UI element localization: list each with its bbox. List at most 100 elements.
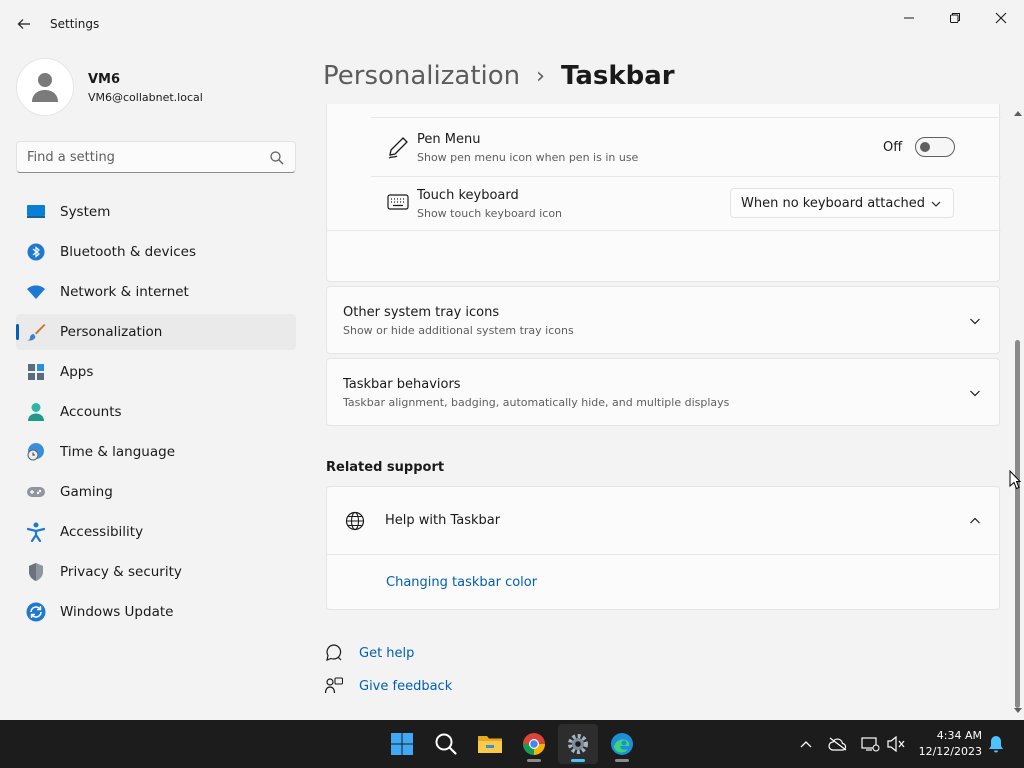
other-tray-title: Other system tray icons (343, 305, 500, 320)
onedrive-status-button[interactable] (828, 734, 848, 754)
changing-taskbar-color-link[interactable]: Changing taskbar color (386, 575, 537, 590)
sidebar-item-personalization[interactable]: Personalization (16, 314, 296, 350)
taskbar-clock[interactable]: 4:34 AM 12/12/2023 (919, 728, 982, 760)
search-input[interactable]: Find a setting (16, 141, 296, 173)
file-explorer-button[interactable] (470, 724, 510, 764)
gamepad-icon (26, 482, 46, 502)
pen-menu-subtitle: Show pen menu icon when pen is in use (417, 151, 639, 164)
app-running-indicator (527, 759, 541, 762)
sidebar-item-label: Time & language (60, 444, 176, 460)
accessibility-icon (26, 522, 46, 542)
sidebar-item-label: Windows Update (60, 604, 174, 620)
globe-icon (345, 511, 365, 531)
sidebar-item-time-language[interactable]: Time & language (16, 434, 296, 470)
row-divider (371, 117, 1001, 118)
give-feedback-link[interactable]: Give feedback (359, 679, 452, 694)
brush-icon (26, 322, 46, 342)
app-title: Settings (50, 17, 100, 31)
sidebar-item-bluetooth[interactable]: Bluetooth & devices (16, 234, 296, 270)
touch-keyboard-title: Touch keyboard (417, 188, 519, 203)
bell-icon (989, 736, 1003, 753)
search-icon (270, 151, 284, 165)
row-divider (371, 176, 1001, 177)
sidebar-item-gaming[interactable]: Gaming (16, 474, 296, 510)
taskbar-behaviors-card[interactable]: Taskbar behaviors Taskbar alignment, bad… (326, 358, 1000, 426)
get-help-link[interactable]: Get help (359, 646, 414, 661)
sidebar-item-system[interactable]: System (16, 194, 296, 230)
windows-update-icon (26, 602, 46, 622)
close-icon (995, 12, 1007, 24)
row-divider (327, 230, 1001, 231)
get-help-icon (326, 644, 342, 661)
scrollbar-thumb[interactable] (1015, 340, 1020, 708)
file-explorer-icon (478, 736, 502, 753)
time-language-icon (26, 442, 46, 462)
clock-date: 12/12/2023 (918, 745, 982, 758)
minimize-button[interactable] (886, 4, 932, 32)
sidebar-item-accessibility[interactable]: Accessibility (16, 514, 296, 550)
scroll-up-icon[interactable] (1014, 110, 1022, 116)
bluetooth-icon (26, 242, 46, 262)
show-hidden-icons-button[interactable] (796, 734, 816, 754)
settings-button[interactable] (558, 724, 598, 764)
chevron-down-icon[interactable] (969, 315, 981, 327)
system-icon (26, 202, 46, 222)
notifications-button[interactable] (986, 734, 1006, 754)
back-button[interactable] (12, 12, 36, 36)
page-title: Taskbar (560, 61, 675, 91)
scroll-down-icon[interactable] (1014, 708, 1022, 714)
taskbar: 4:34 AM 12/12/2023 (0, 720, 1024, 768)
sidebar-item-privacy[interactable]: Privacy & security (16, 554, 296, 590)
help-with-taskbar-header[interactable]: Help with Taskbar (327, 487, 999, 554)
title-bar: Settings (0, 0, 1024, 48)
main-scrollbar[interactable] (1012, 106, 1024, 718)
profile-name: VM6 (88, 72, 121, 87)
search-placeholder: Find a setting (27, 150, 115, 165)
chevron-up-icon (800, 741, 812, 748)
restore-button[interactable] (932, 4, 978, 32)
system-tray-card: Pen Menu Show pen menu icon when pen is … (326, 104, 1001, 282)
behaviors-title: Taskbar behaviors (343, 377, 461, 392)
app-active-indicator (571, 759, 585, 762)
sidebar-nav: System Bluetooth & devices Network & int… (16, 194, 296, 634)
help-with-taskbar-title: Help with Taskbar (385, 513, 501, 528)
pen-menu-state: Off (883, 140, 903, 155)
sidebar-item-label: Gaming (60, 484, 113, 500)
clock-time: 4:34 AM (936, 729, 982, 742)
shield-icon (26, 562, 46, 582)
other-tray-icons-card[interactable]: Other system tray icons Show or hide add… (326, 286, 1000, 354)
pen-menu-toggle[interactable] (915, 137, 955, 157)
breadcrumb: Personalization › Taskbar (323, 58, 675, 94)
sidebar-item-label: Apps (60, 364, 94, 380)
start-icon (391, 733, 413, 755)
close-button[interactable] (978, 4, 1024, 32)
sidebar-item-windows-update[interactable]: Windows Update (16, 594, 296, 630)
sidebar-item-accounts[interactable]: Accounts (16, 394, 296, 430)
start-button[interactable] (382, 724, 422, 764)
sidebar-item-label: Accounts (60, 404, 122, 420)
breadcrumb-parent[interactable]: Personalization (323, 61, 520, 91)
user-profile[interactable]: VM6 VM6@collabnet.local (16, 58, 296, 118)
speaker-muted-icon (887, 736, 905, 752)
sidebar-item-network[interactable]: Network & internet (16, 274, 296, 310)
sidebar-item-label: System (60, 204, 111, 220)
app-running-indicator (615, 759, 629, 762)
chrome-button[interactable] (514, 724, 554, 764)
search-icon (435, 733, 457, 755)
cloud-offline-icon (828, 737, 847, 751)
sidebar-item-label: Privacy & security (60, 564, 182, 580)
network-icon (861, 737, 880, 752)
chevron-down-icon[interactable] (969, 387, 981, 399)
user-avatar-icon (32, 73, 58, 102)
taskbar-search-button[interactable] (426, 724, 466, 764)
network-status-button[interactable] (860, 734, 880, 754)
touch-keyboard-dropdown[interactable]: When no keyboard attached (730, 188, 954, 218)
row-divider (327, 554, 999, 555)
profile-email: VM6@collabnet.local (88, 91, 203, 104)
sidebar-item-apps[interactable]: Apps (16, 354, 296, 390)
pen-menu-title: Pen Menu (417, 132, 481, 147)
related-support-heading: Related support (326, 460, 445, 475)
back-arrow-icon (17, 19, 30, 29)
volume-status-button[interactable] (886, 734, 906, 754)
edge-button[interactable] (602, 724, 642, 764)
